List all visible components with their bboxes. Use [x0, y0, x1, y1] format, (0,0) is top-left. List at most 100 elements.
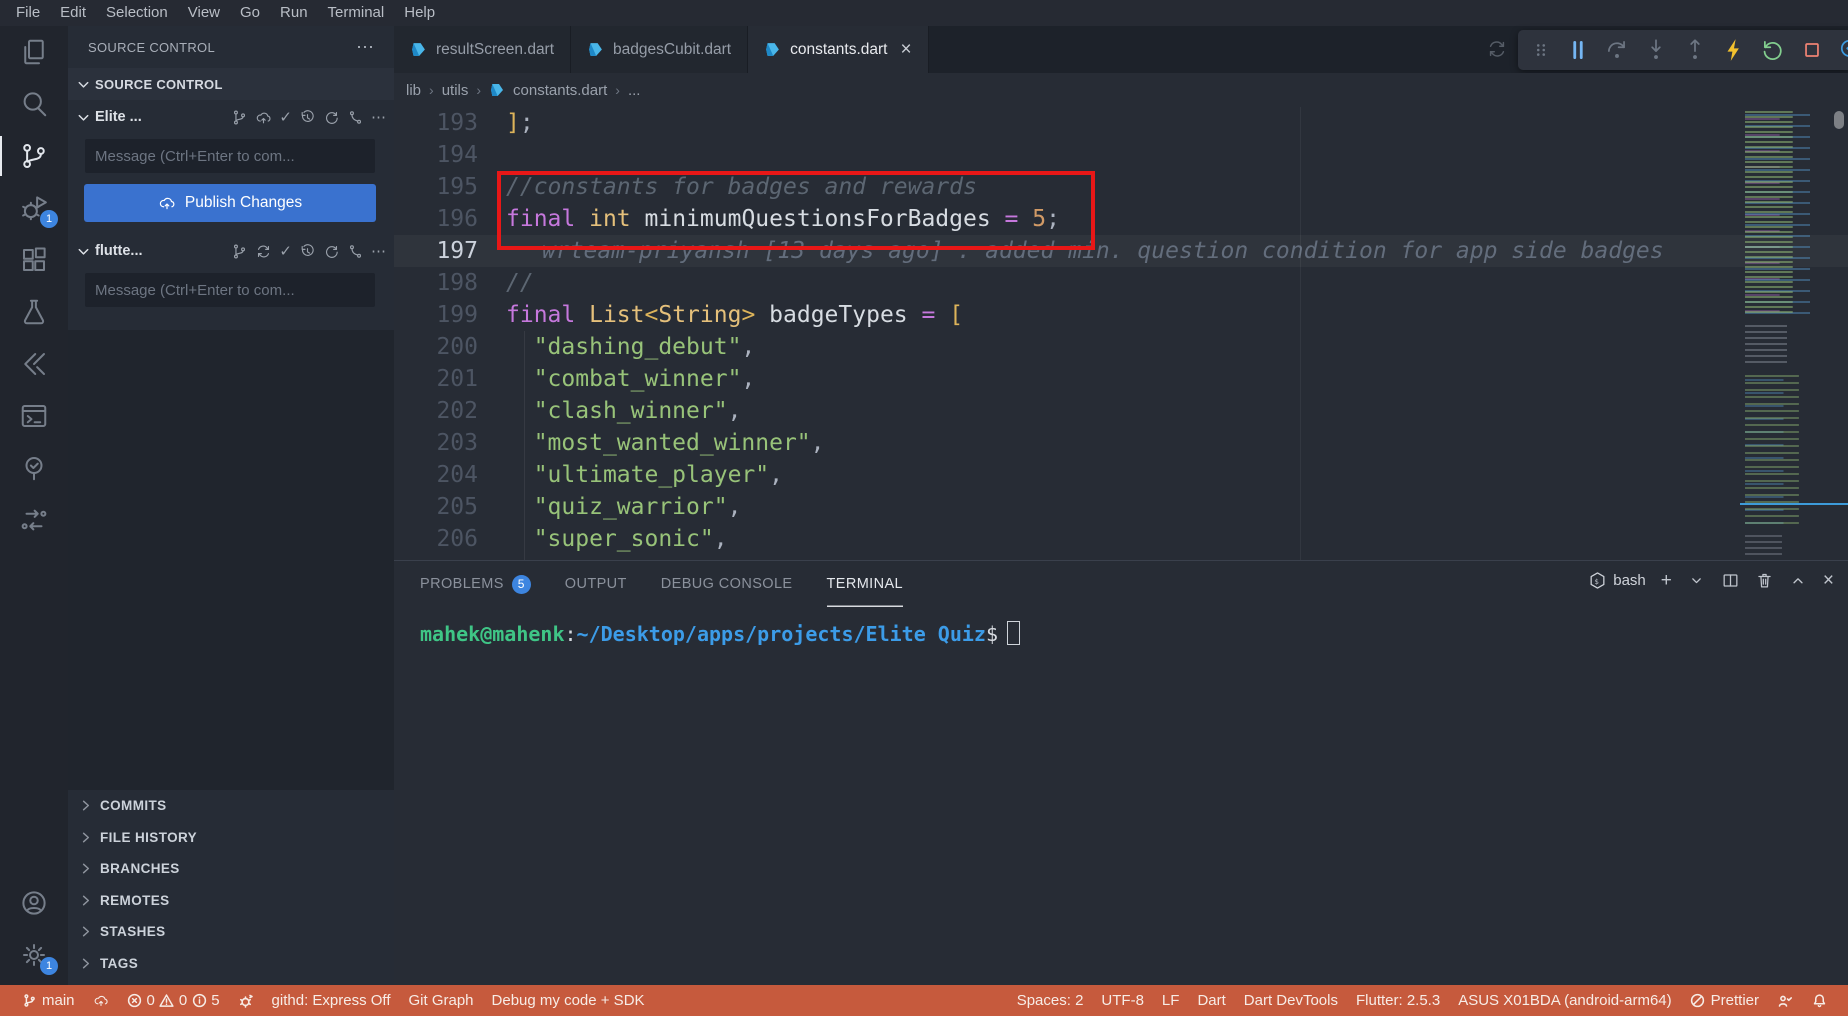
- dart-devtools-status[interactable]: Dart DevTools: [1235, 985, 1347, 1016]
- problems-indicator[interactable]: 0 0 5: [118, 985, 229, 1016]
- sidebar-section-tags[interactable]: TAGS: [68, 948, 394, 980]
- terminal-panel-icon[interactable]: [0, 390, 68, 442]
- cloud-upload-icon[interactable]: [255, 109, 272, 126]
- line-number[interactable]: 206: [394, 523, 506, 555]
- scm-view-header[interactable]: SOURCE CONTROL: [68, 68, 394, 100]
- code-line-194[interactable]: 194: [394, 139, 1848, 171]
- refresh-icon[interactable]: [323, 243, 340, 260]
- run-debug-icon[interactable]: 1: [0, 182, 68, 234]
- menu-item-edit[interactable]: Edit: [50, 0, 96, 26]
- flutter-icon[interactable]: [0, 338, 68, 390]
- commit-graph-icon[interactable]: [347, 243, 364, 260]
- branch-indicator[interactable]: main: [12, 985, 84, 1016]
- panel-tab-output[interactable]: OUTPUT: [565, 561, 627, 607]
- code-line-201[interactable]: 201 "combat_winner",: [394, 363, 1848, 395]
- sidebar-section-stashes[interactable]: STASHES: [68, 916, 394, 948]
- shell-selector[interactable]: $ bash: [1588, 571, 1646, 590]
- sidebar-section-commits[interactable]: COMMITS: [68, 790, 394, 822]
- line-number[interactable]: 199: [394, 299, 506, 331]
- menu-item-go[interactable]: Go: [230, 0, 270, 26]
- diff-swap-icon[interactable]: [0, 494, 68, 546]
- history-icon[interactable]: [299, 109, 316, 126]
- menu-item-selection[interactable]: Selection: [96, 0, 178, 26]
- hot-reload-icon[interactable]: [1721, 37, 1747, 63]
- language-status[interactable]: Dart: [1188, 985, 1234, 1016]
- scrollbar-slider[interactable]: [1834, 111, 1844, 129]
- extensions-icon[interactable]: [0, 234, 68, 286]
- step-out-icon[interactable]: [1682, 37, 1708, 63]
- menu-item-run[interactable]: Run: [270, 0, 318, 26]
- eol-status[interactable]: LF: [1153, 985, 1189, 1016]
- open-devtools-icon[interactable]: [1838, 37, 1848, 63]
- sidebar-section-branches[interactable]: BRANCHES: [68, 853, 394, 885]
- toolbar-gripper[interactable]: [1530, 37, 1552, 63]
- tab-badgescubit[interactable]: badgesCubit.dart: [571, 26, 748, 73]
- restart-icon[interactable]: [1760, 37, 1786, 63]
- code-line-193[interactable]: 193];: [394, 107, 1848, 139]
- branch-icon[interactable]: [231, 243, 248, 260]
- code-line-203[interactable]: 203 "most_wanted_winner",: [394, 427, 1848, 459]
- settings-gear-icon[interactable]: 1: [0, 929, 68, 981]
- feedback-button[interactable]: [1768, 985, 1802, 1016]
- repo-row-flutter[interactable]: flutte... ✓ ⋯: [68, 234, 394, 268]
- new-terminal-icon[interactable]: +: [1661, 571, 1672, 590]
- step-over-icon[interactable]: [1604, 37, 1630, 63]
- githd-status[interactable]: githd: Express Off: [263, 985, 400, 1016]
- panel-tab-terminal[interactable]: TERMINAL: [827, 561, 904, 607]
- publish-changes-button[interactable]: Publish Changes: [84, 184, 376, 222]
- tab-resultscreen[interactable]: resultScreen.dart: [394, 26, 571, 73]
- pause-icon[interactable]: [1565, 37, 1591, 63]
- commit-message-input-flutter[interactable]: [84, 272, 376, 308]
- chevron-down-icon[interactable]: [1687, 571, 1706, 590]
- code-line-200[interactable]: 200 "dashing_debut",: [394, 331, 1848, 363]
- sync-ghost-icon[interactable]: [1486, 38, 1508, 60]
- code-line-199[interactable]: 199final List<String> badgeTypes = [: [394, 299, 1848, 331]
- step-into-icon[interactable]: [1643, 37, 1669, 63]
- code-line-204[interactable]: 204 "ultimate_player",: [394, 459, 1848, 491]
- line-number[interactable]: 194: [394, 139, 506, 171]
- split-terminal-icon[interactable]: [1721, 571, 1740, 590]
- line-number[interactable]: 200: [394, 331, 506, 363]
- line-number[interactable]: 197: [394, 235, 506, 267]
- menu-item-file[interactable]: File: [6, 0, 50, 26]
- line-number[interactable]: 205: [394, 491, 506, 523]
- check-icon[interactable]: ✓: [279, 109, 292, 126]
- panel-tab-debug-console[interactable]: DEBUG CONSOLE: [661, 561, 793, 607]
- line-number[interactable]: 196: [394, 203, 506, 235]
- search-icon[interactable]: [0, 78, 68, 130]
- sync-icon[interactable]: [255, 243, 272, 260]
- git-graph-status[interactable]: Git Graph: [400, 985, 483, 1016]
- sidebar-section-file-history[interactable]: FILE HISTORY: [68, 822, 394, 854]
- repo-row-elite[interactable]: Elite ... ✓ ⋯: [68, 100, 394, 134]
- menu-item-terminal[interactable]: Terminal: [318, 0, 395, 26]
- code-line-206[interactable]: 206 "super_sonic",: [394, 523, 1848, 555]
- kill-terminal-icon[interactable]: [1755, 571, 1774, 590]
- panel-tab-problems[interactable]: PROBLEMS5: [420, 561, 531, 607]
- code-line-202[interactable]: 202 "clash_winner",: [394, 395, 1848, 427]
- testing-beaker-icon[interactable]: [0, 286, 68, 338]
- source-control-icon[interactable]: [0, 130, 68, 182]
- refresh-icon[interactable]: [323, 109, 340, 126]
- flutter-version-status[interactable]: Flutter: 2.5.3: [1347, 985, 1449, 1016]
- line-number[interactable]: 193: [394, 107, 506, 139]
- menu-item-help[interactable]: Help: [394, 0, 445, 26]
- account-icon[interactable]: [0, 877, 68, 929]
- close-tab-icon[interactable]: ×: [900, 39, 911, 61]
- indentation-status[interactable]: Spaces: 2: [1008, 985, 1093, 1016]
- device-status[interactable]: ASUS X01BDA (android-arm64): [1449, 985, 1680, 1016]
- code-line-198[interactable]: 198//: [394, 267, 1848, 299]
- breadcrumb[interactable]: lib › utils › constants.dart › ...: [394, 73, 1848, 107]
- explorer-icon[interactable]: [0, 26, 68, 78]
- line-number[interactable]: 198: [394, 267, 506, 299]
- commit-message-input-elite[interactable]: [84, 138, 376, 174]
- branch-icon[interactable]: [231, 109, 248, 126]
- menu-item-view[interactable]: View: [178, 0, 230, 26]
- git-history-tree-icon[interactable]: [0, 442, 68, 494]
- stop-icon[interactable]: [1799, 37, 1825, 63]
- line-number[interactable]: 204: [394, 459, 506, 491]
- line-number[interactable]: 203: [394, 427, 506, 459]
- more-actions-icon[interactable]: ⋯: [371, 243, 386, 260]
- commit-graph-icon[interactable]: [347, 109, 364, 126]
- sidebar-section-remotes[interactable]: REMOTES: [68, 885, 394, 917]
- line-number[interactable]: 202: [394, 395, 506, 427]
